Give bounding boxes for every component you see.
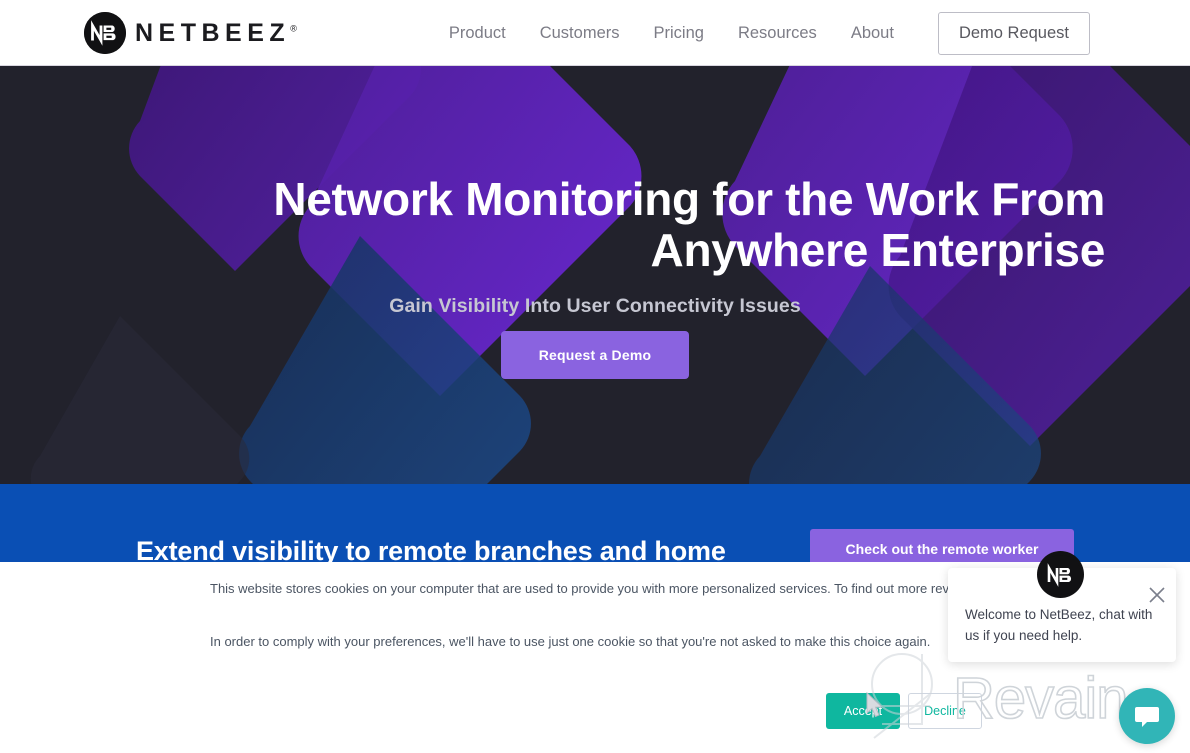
chat-bubble-icon <box>1135 707 1159 727</box>
close-icon[interactable] <box>1148 586 1166 604</box>
main-navigation: Product Customers Pricing Resources Abou… <box>432 0 1090 66</box>
cookie-banner-actions: Accept Decline <box>826 693 982 729</box>
chat-bubble-button[interactable] <box>1119 688 1175 744</box>
nav-item-about[interactable]: About <box>834 24 911 43</box>
hero-subtitle: Gain Visibility Into User Connectivity I… <box>389 295 801 317</box>
cookie-text-line-2: In order to comply with your preferences… <box>210 634 931 649</box>
nav-item-pricing[interactable]: Pricing <box>637 24 721 43</box>
site-header: NETBEEZ® Product Customers Pricing Resou… <box>0 0 1190 66</box>
hero-content: Network Monitoring for the Work From Any… <box>0 66 1190 484</box>
cookie-text-line-1: This website stores cookies on your comp… <box>210 581 1060 596</box>
accept-cookies-button[interactable]: Accept <box>826 693 900 729</box>
decline-cookies-button[interactable]: Decline <box>908 693 982 729</box>
chat-avatar <box>1037 551 1084 598</box>
netbeez-wordmark: NETBEEZ® <box>135 18 297 47</box>
demo-request-button[interactable]: Demo Request <box>937 11 1090 55</box>
nav-item-resources[interactable]: Resources <box>721 24 834 43</box>
netbeez-logo[interactable]: NETBEEZ® <box>84 12 297 54</box>
chat-welcome-message: Welcome to NetBeez, chat with us if you … <box>965 607 1153 643</box>
netbeez-wordmark-text: NETBEEZ <box>135 18 291 47</box>
request-a-demo-button[interactable]: Request a Demo <box>500 331 690 379</box>
page-root: Network Monitoring for the Work From Any… <box>0 0 1190 753</box>
hero-cta-wrapper: Request a Demo <box>85 331 1105 379</box>
nav-item-product[interactable]: Product <box>432 24 523 43</box>
hero-title: Network Monitoring for the Work From Any… <box>273 173 1105 277</box>
nav-item-customers[interactable]: Customers <box>523 24 637 43</box>
trademark-symbol: ® <box>290 23 297 34</box>
hero-section: Network Monitoring for the Work From Any… <box>0 66 1190 484</box>
netbeez-avatar-icon <box>1040 554 1081 595</box>
netbeez-logo-icon <box>84 12 126 54</box>
